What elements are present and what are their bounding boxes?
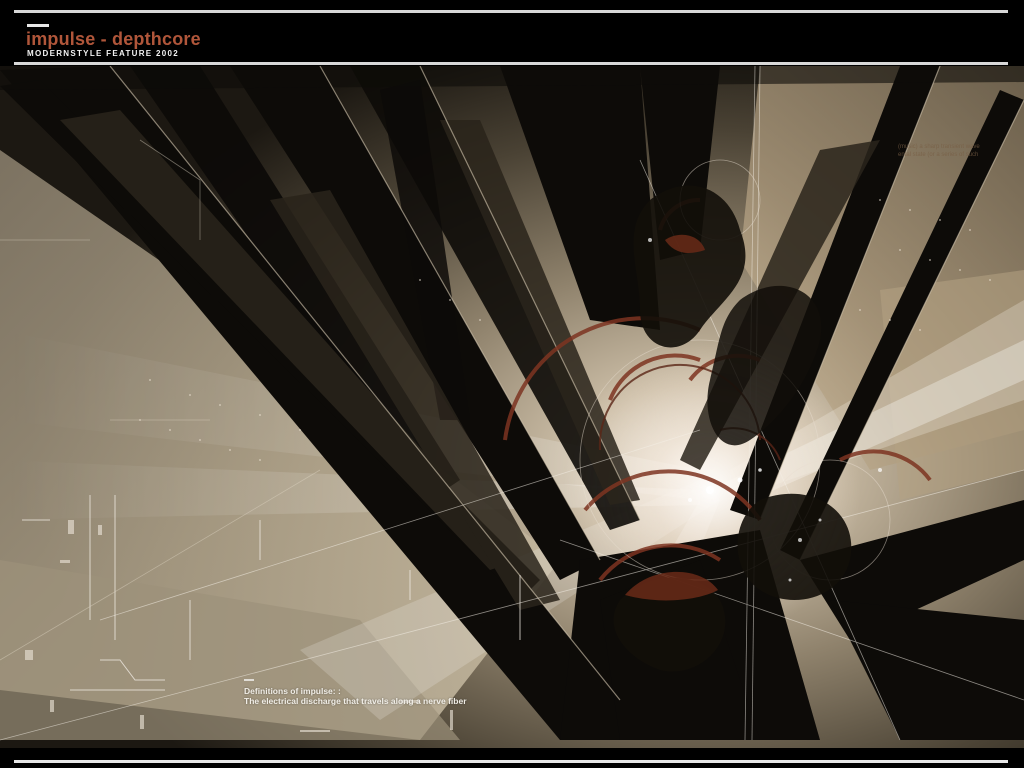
bottom-rule xyxy=(14,760,1008,763)
page-subtitle: MODERNSTYLE FEATURE 2002 xyxy=(27,49,179,58)
artwork-frame: impulse - depthcore MODERNSTYLE FEATURE … xyxy=(0,0,1024,768)
abstract-artwork xyxy=(0,65,1024,756)
faint-definition-text: (music) a sharp transient wave ental sta… xyxy=(898,143,1018,159)
header-bottom-rule xyxy=(14,62,1008,65)
header-top-rule xyxy=(14,10,1008,13)
bottom-band xyxy=(0,748,1024,768)
title-accent-dash xyxy=(27,24,49,27)
page-title: impulse - depthcore xyxy=(26,29,201,49)
faint-text-line-2: ental state (or a series of such xyxy=(898,152,979,158)
caption-text: The electrical discharge that travels al… xyxy=(244,696,467,706)
faint-text-line-1: (music) a sharp transient wave xyxy=(898,144,980,150)
caption-accent-dash xyxy=(244,679,254,681)
caption-heading: Definitions of impulse: : xyxy=(244,686,341,696)
